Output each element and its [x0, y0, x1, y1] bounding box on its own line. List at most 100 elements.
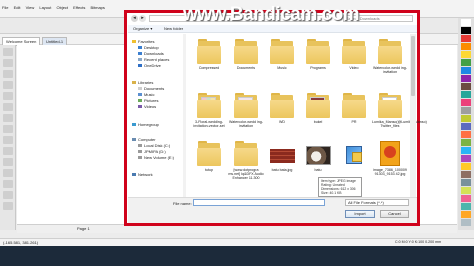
nav-new-volume-e[interactable]: New Volume (E:) [138, 155, 174, 160]
color-swatch[interactable] [461, 27, 471, 34]
new-folder-button[interactable]: New folder [164, 26, 183, 31]
file-label: image_7386_100009 91303_9153 42.jpg [373, 168, 407, 176]
color-swatch[interactable] [461, 219, 471, 226]
menu-view[interactable]: View [24, 0, 37, 16]
artistic-media-tool-icon[interactable] [3, 103, 13, 111]
color-swatch[interactable] [461, 75, 471, 82]
file-item[interactable]: Compressed [191, 38, 227, 70]
text-tool-icon[interactable] [3, 147, 13, 155]
color-swatch[interactable] [461, 187, 471, 194]
cancel-button[interactable]: Cancel [380, 210, 409, 218]
nav-videos[interactable]: Videos [138, 104, 156, 109]
file-label: 3-Floral-wedding-invitation-vector-set [193, 120, 225, 128]
file-item[interactable]: Programs [300, 38, 336, 70]
dimension-tool-icon[interactable] [3, 169, 13, 177]
color-swatch[interactable] [461, 147, 471, 154]
pick-tool-icon[interactable] [3, 48, 13, 56]
rectangle-tool-icon[interactable] [3, 114, 13, 122]
folder-icon [377, 92, 403, 119]
color-swatch[interactable] [461, 67, 471, 74]
menu-object[interactable]: Object [54, 0, 70, 16]
zoom-tool-icon[interactable] [3, 81, 13, 89]
nav-libraries[interactable]: Libraries [132, 80, 153, 85]
menu-effects[interactable]: Effects [71, 0, 87, 16]
nav-homegroup[interactable]: Homegroup [132, 122, 159, 127]
nav-scrollbar[interactable] [183, 34, 186, 197]
color-swatch[interactable] [461, 43, 471, 50]
file-item[interactable]: Lumika_Manso(@Lumika_Manso) Twitter_file… [372, 92, 427, 128]
organize-button[interactable]: Organize ▾ [133, 26, 152, 31]
file-item[interactable]: [www.dotprogra ms.net] Iq&DFX Audio Enha… [228, 140, 264, 180]
color-swatch[interactable] [461, 91, 471, 98]
menu-bitmaps[interactable]: Bitmaps [88, 0, 106, 16]
file-item[interactable]: PR [336, 92, 372, 124]
file-item[interactable]: Watercolor-wedd ing-invitation [372, 38, 408, 74]
freehand-tool-icon[interactable] [3, 92, 13, 100]
nav-pictures[interactable]: Pictures [138, 98, 158, 103]
color-swatch[interactable] [461, 203, 471, 210]
nav-music[interactable]: Music [138, 92, 154, 97]
file-item[interactable]: bukel [300, 92, 336, 124]
color-swatch[interactable] [461, 155, 471, 162]
menu-edit[interactable]: Edit [12, 0, 23, 16]
color-swatch[interactable] [461, 195, 471, 202]
file-item[interactable] [336, 140, 372, 168]
color-swatch[interactable] [461, 115, 471, 122]
nav-jpmipa-d[interactable]: JPMIPA (D:) [138, 149, 166, 154]
file-item[interactable]: batu bata.jpg [264, 140, 300, 172]
polygon-tool-icon[interactable] [3, 136, 13, 144]
crop-tool-icon[interactable] [3, 70, 13, 78]
forward-arrow-icon[interactable]: ▸ [139, 15, 146, 22]
nav-onedrive[interactable]: OneDrive [138, 63, 161, 68]
file-item[interactable]: Watercolor-wedd ing-invitation [228, 92, 264, 128]
color-swatch[interactable] [461, 123, 471, 130]
menu-layout[interactable]: Layout [37, 0, 53, 16]
back-arrow-icon[interactable]: ◂ [131, 15, 138, 22]
filename-input[interactable] [193, 199, 325, 206]
nav-network[interactable]: Network [132, 172, 153, 177]
table-tool-icon[interactable] [3, 158, 13, 166]
connector-tool-icon[interactable] [3, 180, 13, 188]
color-swatch[interactable] [461, 171, 471, 178]
file-item[interactable]: 3-Floral-wedding-invitation-vector-set [191, 92, 227, 128]
color-swatch[interactable] [461, 19, 471, 26]
file-item[interactable]: Video [336, 38, 372, 70]
nav-local-disk-c[interactable]: Local Disk (C:) [138, 143, 170, 148]
nav-favorites[interactable]: Favorites [132, 39, 154, 44]
color-swatch[interactable] [461, 139, 471, 146]
color-swatch[interactable] [461, 211, 471, 218]
color-swatch[interactable] [461, 179, 471, 186]
page-tab[interactable]: Page 1 [77, 226, 90, 231]
folder-icon [233, 140, 259, 167]
color-swatch[interactable] [461, 51, 471, 58]
color-swatch[interactable] [461, 83, 471, 90]
file-label: Watercolor-wedd ing-invitation [372, 66, 408, 74]
color-swatch[interactable] [461, 107, 471, 114]
filetype-select[interactable]: All File Formats (*.*) [345, 199, 409, 206]
nav-recent-places[interactable]: Recent places [138, 57, 169, 62]
ellipse-tool-icon[interactable] [3, 125, 13, 133]
file-item[interactable]: Documents [228, 38, 264, 70]
nav-downloads[interactable]: Downloads [138, 51, 164, 56]
import-button[interactable]: Import [345, 210, 375, 218]
file-scrollbar-thumb[interactable] [411, 36, 415, 96]
color-swatch[interactable] [461, 35, 471, 42]
file-item[interactable]: batu [300, 140, 336, 172]
color-swatch[interactable] [461, 163, 471, 170]
interactive-fill-icon[interactable] [3, 191, 13, 199]
file-item[interactable]: Music [264, 38, 300, 70]
nav-label: Recent places [144, 57, 170, 62]
nav-documents[interactable]: Documents [138, 86, 164, 91]
file-item[interactable]: image_7386_100009 91303_9153 42.jpg [372, 140, 408, 176]
fill-outline-status: C:0 M:0 Y:0 K:100 0.200 mm [395, 240, 442, 244]
color-swatch[interactable] [461, 99, 471, 106]
file-item[interactable]: tutup [191, 140, 227, 172]
menu-file[interactable]: File [0, 0, 10, 16]
color-swatch[interactable] [461, 59, 471, 66]
nav-desktop[interactable]: Desktop [138, 45, 159, 50]
shape-tool-icon[interactable] [3, 59, 13, 67]
file-item[interactable]: WD [264, 92, 300, 124]
nav-computer[interactable]: Computer [132, 137, 156, 142]
eyedropper-tool-icon[interactable] [3, 202, 13, 210]
color-swatch[interactable] [461, 131, 471, 138]
